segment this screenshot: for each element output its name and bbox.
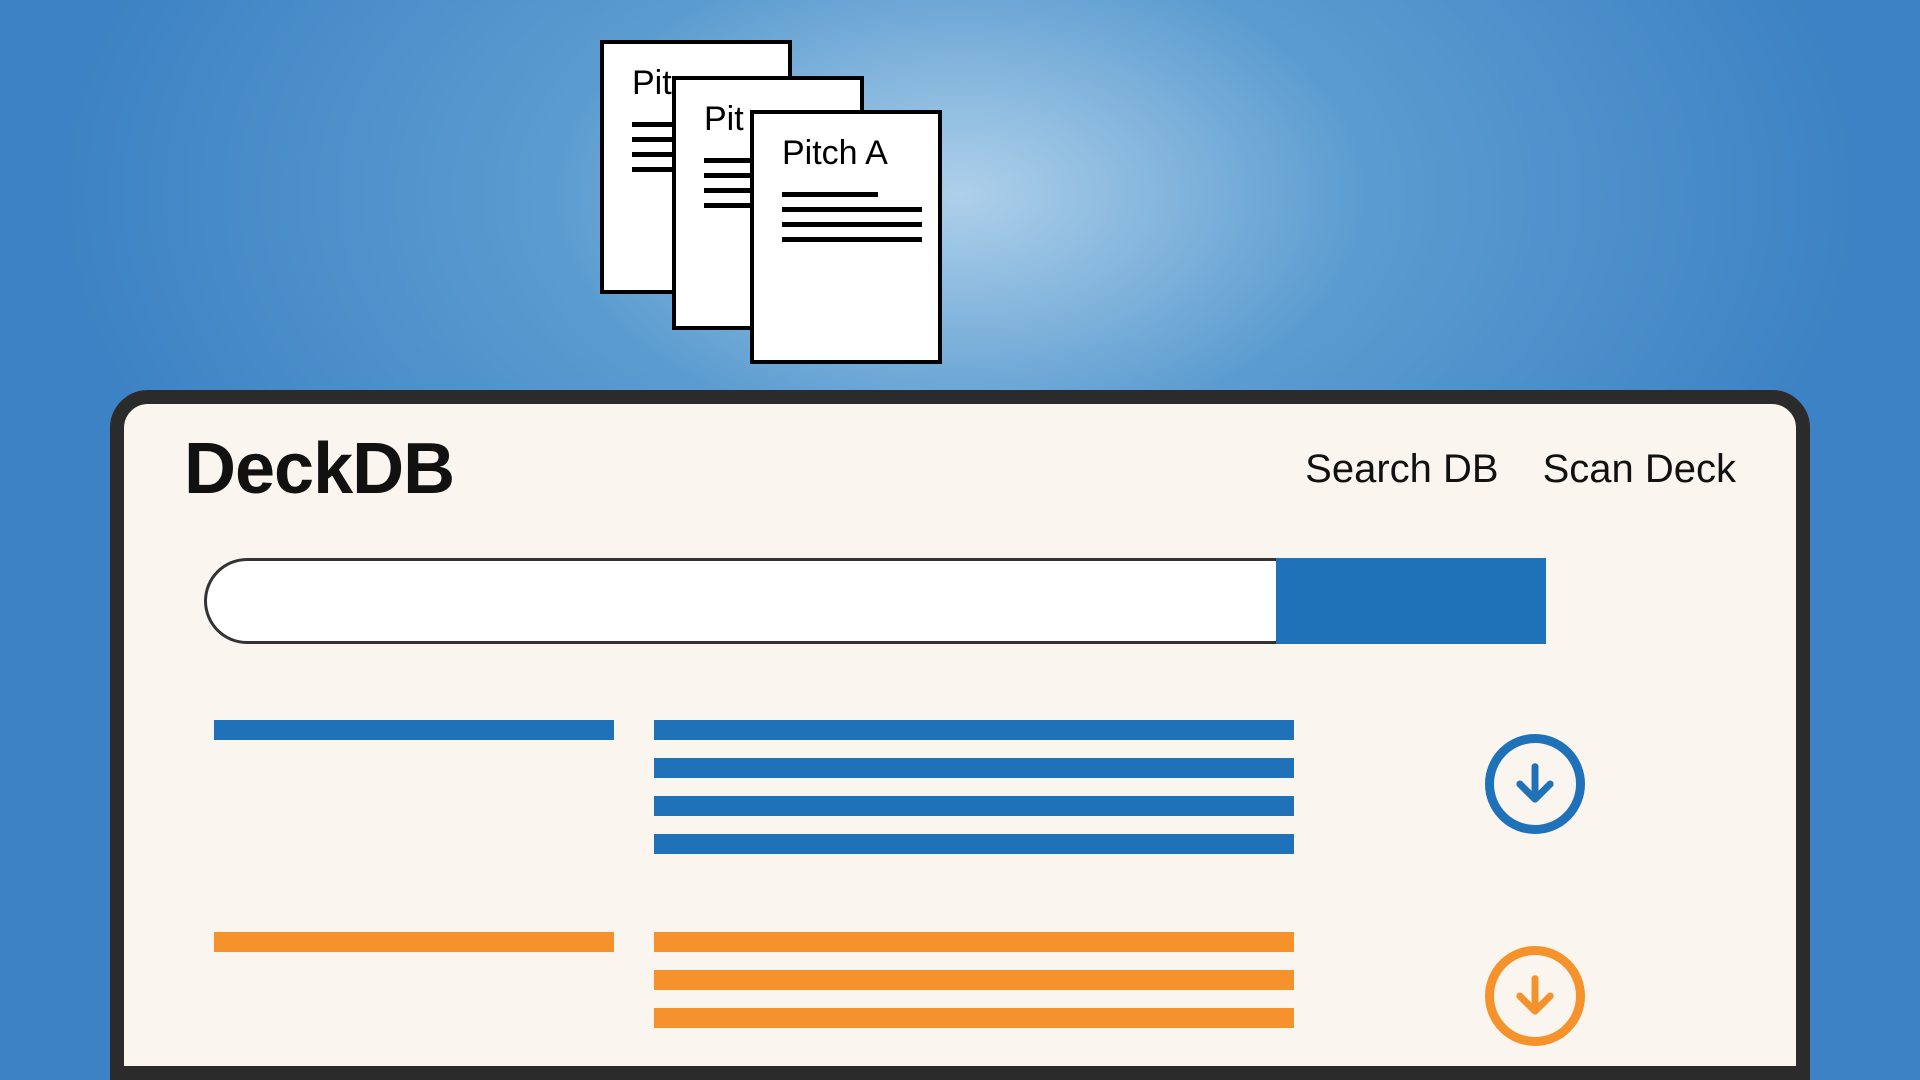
download-button[interactable] (1485, 946, 1585, 1046)
result-action (1334, 932, 1736, 1046)
search-submit-button[interactable] (1276, 558, 1546, 644)
result-action (1334, 720, 1736, 834)
document-lines (782, 192, 922, 252)
search-input[interactable] (204, 558, 1276, 644)
result-title (214, 720, 614, 740)
header: DeckDB Search DB Scan Deck (124, 404, 1796, 510)
download-icon (1509, 970, 1561, 1022)
results-list (214, 720, 1736, 1046)
nav-scan-deck[interactable]: Scan Deck (1543, 447, 1736, 492)
result-body (654, 720, 1294, 872)
result-body (654, 932, 1294, 1046)
search-bar (204, 558, 1546, 644)
download-icon (1509, 758, 1561, 810)
document-card: Pitch A (750, 110, 942, 364)
result-row (214, 932, 1736, 1046)
nav: Search DB Scan Deck (1305, 447, 1736, 492)
nav-search-db[interactable]: Search DB (1305, 447, 1498, 492)
document-title: Pitch A (782, 134, 942, 173)
result-title (214, 932, 614, 952)
result-row (214, 720, 1736, 872)
download-button[interactable] (1485, 734, 1585, 834)
app-window: DeckDB Search DB Scan Deck (110, 390, 1810, 1080)
app-logo: DeckDB (184, 428, 454, 510)
